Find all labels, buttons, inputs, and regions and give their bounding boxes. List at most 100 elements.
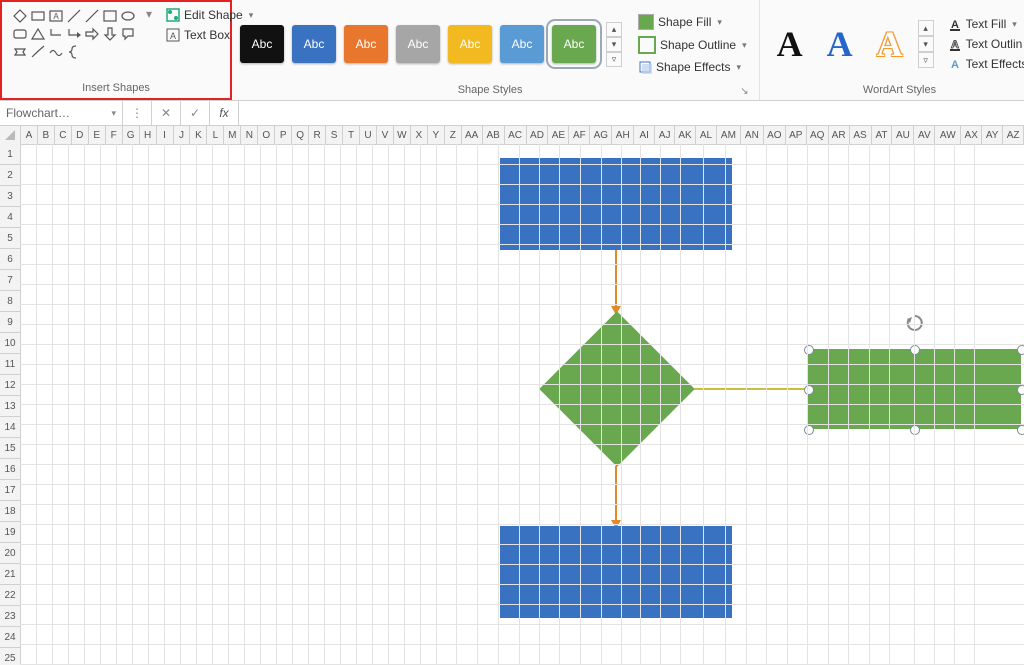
shape-gallery-more[interactable]: ▾ bbox=[144, 6, 154, 22]
column-header-AH[interactable]: AH bbox=[612, 126, 634, 144]
name-box-dropdown-icon[interactable]: ▾ bbox=[111, 108, 116, 119]
column-header-AJ[interactable]: AJ bbox=[655, 126, 675, 144]
selection-handle-tl[interactable] bbox=[804, 345, 814, 355]
column-header-X[interactable]: X bbox=[411, 126, 428, 144]
column-header-AS[interactable]: AS bbox=[850, 126, 872, 144]
column-header-AO[interactable]: AO bbox=[764, 126, 786, 144]
column-header-Z[interactable]: Z bbox=[445, 126, 462, 144]
column-header-P[interactable]: P bbox=[275, 126, 292, 144]
name-box[interactable]: Flowchart… ▾ bbox=[0, 101, 123, 125]
shape-fill-button[interactable]: Shape Fill ▾ bbox=[634, 12, 751, 32]
row-header-3[interactable]: 3 bbox=[0, 186, 20, 207]
cell-grid[interactable] bbox=[20, 144, 1024, 665]
column-header-B[interactable]: B bbox=[38, 126, 55, 144]
shape-gallery-item-rectangle-outline[interactable] bbox=[102, 8, 118, 24]
row-header-20[interactable]: 20 bbox=[0, 543, 20, 564]
column-header-AT[interactable]: AT bbox=[872, 126, 893, 144]
column-header-AN[interactable]: AN bbox=[741, 126, 764, 144]
column-header-D[interactable]: D bbox=[72, 126, 89, 144]
column-header-C[interactable]: C bbox=[55, 126, 72, 144]
shape-style-thumb-6[interactable]: Abc bbox=[500, 25, 544, 63]
column-header-AX[interactable]: AX bbox=[961, 126, 982, 144]
row-header-19[interactable]: 19 bbox=[0, 522, 20, 543]
row-header-4[interactable]: 4 bbox=[0, 207, 20, 228]
row-header-15[interactable]: 15 bbox=[0, 438, 20, 459]
shape-style-scroll-up[interactable]: ▴ bbox=[606, 22, 622, 37]
shape-style-gallery[interactable]: AbcAbcAbcAbcAbcAbcAbc bbox=[240, 25, 596, 63]
shape-gallery[interactable]: A bbox=[10, 6, 138, 62]
selection-rotate-handle[interactable] bbox=[906, 314, 924, 332]
shape-style-thumb-2[interactable]: Abc bbox=[292, 25, 336, 63]
text-effects-button[interactable]: A Text Effects bbox=[944, 55, 1024, 73]
column-header-W[interactable]: W bbox=[394, 126, 411, 144]
column-header-T[interactable]: T bbox=[343, 126, 360, 144]
column-header-AD[interactable]: AD bbox=[527, 126, 549, 144]
column-header-AP[interactable]: AP bbox=[786, 126, 807, 144]
shape-style-thumb-3[interactable]: Abc bbox=[344, 25, 388, 63]
shape-gallery-item-brace[interactable] bbox=[66, 44, 82, 60]
shape-style-thumb-4[interactable]: Abc bbox=[396, 25, 440, 63]
column-header-M[interactable]: M bbox=[224, 126, 241, 144]
shape-effects-button[interactable]: Shape Effects ▾ bbox=[634, 58, 751, 76]
shape-gallery-item-wave[interactable] bbox=[48, 44, 64, 60]
shape-gallery-item-elbow[interactable] bbox=[48, 26, 64, 42]
row-header-6[interactable]: 6 bbox=[0, 249, 20, 270]
shape-gallery-item-right-arrow[interactable] bbox=[84, 26, 100, 42]
row-header-10[interactable]: 10 bbox=[0, 333, 20, 354]
shape-style-scroll-down[interactable]: ▾ bbox=[606, 37, 622, 52]
row-header-9[interactable]: 9 bbox=[0, 312, 20, 333]
shape-gallery-item-down-arrow[interactable] bbox=[102, 26, 118, 42]
row-header-2[interactable]: 2 bbox=[0, 165, 20, 186]
column-header-U[interactable]: U bbox=[360, 126, 377, 144]
selection-handle-tr[interactable] bbox=[1017, 345, 1024, 355]
shape-gallery-item-text-box[interactable]: A bbox=[48, 8, 64, 24]
selection-handle-bc[interactable] bbox=[910, 425, 920, 435]
shape-outline-button[interactable]: Shape Outline ▾ bbox=[634, 34, 751, 56]
column-header-I[interactable]: I bbox=[157, 126, 174, 144]
column-header-K[interactable]: K bbox=[190, 126, 207, 144]
row-header-16[interactable]: 16 bbox=[0, 459, 20, 480]
shape-gallery-item-rectangle[interactable] bbox=[30, 8, 46, 24]
column-header-V[interactable]: V bbox=[377, 126, 394, 144]
shape-gallery-item-triangle[interactable] bbox=[30, 26, 46, 42]
column-header-O[interactable]: O bbox=[258, 126, 275, 144]
shape-gallery-item-rounded-rect[interactable] bbox=[12, 26, 28, 42]
column-header-E[interactable]: E bbox=[89, 126, 106, 144]
formula-cancel-button[interactable]: ✕ bbox=[152, 101, 181, 125]
column-header-AI[interactable]: AI bbox=[634, 126, 655, 144]
row-header-22[interactable]: 22 bbox=[0, 585, 20, 606]
column-header-AF[interactable]: AF bbox=[569, 126, 590, 144]
column-header-AZ[interactable]: AZ bbox=[1003, 126, 1024, 144]
row-header-13[interactable]: 13 bbox=[0, 396, 20, 417]
wordart-scroll-down[interactable]: ▾ bbox=[918, 36, 934, 52]
shape-gallery-item-elbow-arrow[interactable] bbox=[66, 26, 82, 42]
row-header-21[interactable]: 21 bbox=[0, 564, 20, 585]
column-header-J[interactable]: J bbox=[174, 126, 191, 144]
wordart-style-2[interactable]: A bbox=[818, 20, 862, 68]
column-header-AB[interactable]: AB bbox=[483, 126, 505, 144]
insert-function-button[interactable]: fx bbox=[210, 101, 239, 125]
flowchart-connector-2[interactable] bbox=[615, 466, 617, 520]
formula-input[interactable] bbox=[239, 101, 1024, 125]
column-header-AC[interactable]: AC bbox=[505, 126, 527, 144]
selection-handle-bl[interactable] bbox=[804, 425, 814, 435]
column-header-F[interactable]: F bbox=[106, 126, 123, 144]
row-header-8[interactable]: 8 bbox=[0, 291, 20, 312]
column-header-Q[interactable]: Q bbox=[292, 126, 309, 144]
shape-gallery-item-ribbon[interactable] bbox=[12, 44, 28, 60]
wordart-style-3[interactable]: A bbox=[868, 20, 912, 68]
column-header-H[interactable]: H bbox=[140, 126, 157, 144]
formula-dots-button[interactable]: ⋮ bbox=[123, 101, 152, 125]
shape-style-gallery-controls[interactable]: ▴ ▾ ▿ bbox=[606, 22, 622, 67]
shape-gallery-item-curve[interactable] bbox=[30, 44, 46, 60]
column-header-AM[interactable]: AM bbox=[717, 126, 741, 144]
row-header-14[interactable]: 14 bbox=[0, 417, 20, 438]
selection-handle-br[interactable] bbox=[1017, 425, 1024, 435]
column-header-AE[interactable]: AE bbox=[548, 126, 569, 144]
wordart-scroll-up[interactable]: ▴ bbox=[918, 20, 934, 36]
column-header-AG[interactable]: AG bbox=[590, 126, 612, 144]
column-header-AU[interactable]: AU bbox=[892, 126, 914, 144]
row-header-23[interactable]: 23 bbox=[0, 606, 20, 627]
column-header-Y[interactable]: Y bbox=[428, 126, 445, 144]
column-header-AR[interactable]: AR bbox=[829, 126, 850, 144]
